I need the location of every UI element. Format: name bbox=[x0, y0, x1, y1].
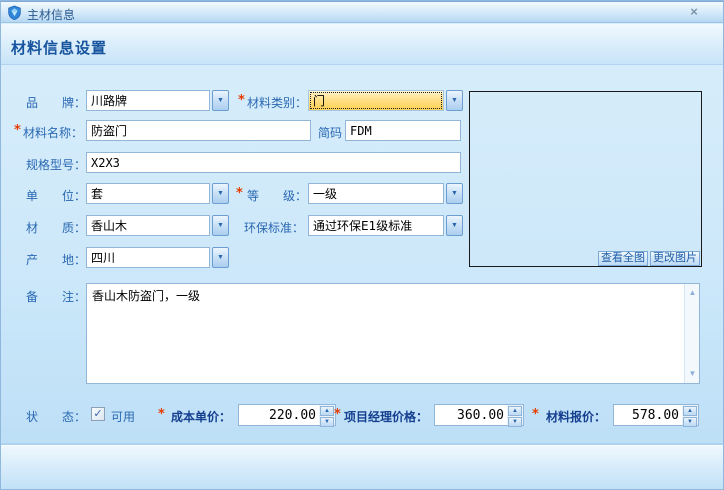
env-input[interactable] bbox=[308, 215, 444, 236]
remark-textarea[interactable]: 香山木防盗门，一级 bbox=[87, 284, 684, 383]
quote-price-spinner: ▲ ▼ bbox=[613, 404, 699, 427]
spec-input[interactable] bbox=[86, 152, 461, 173]
title-bar: 主材信息 × bbox=[1, 1, 723, 23]
spec-label: 规格型号： bbox=[26, 158, 87, 172]
category-required-mark: * bbox=[238, 93, 245, 108]
status-checkbox[interactable]: ✓ bbox=[91, 407, 105, 421]
pm-price-label: 项目经理价格： bbox=[344, 410, 429, 424]
env-label: 环保标准： bbox=[244, 221, 305, 235]
shield-icon bbox=[8, 5, 21, 20]
scroll-up-icon[interactable]: ▲ bbox=[685, 286, 700, 300]
spin-up-icon[interactable]: ▲ bbox=[683, 406, 697, 416]
brand-input[interactable] bbox=[86, 90, 210, 111]
remark-label: 备 注： bbox=[26, 290, 87, 304]
brand-label: 品 牌： bbox=[26, 96, 87, 110]
remark-scrollbar[interactable]: ▲ ▼ bbox=[684, 284, 699, 383]
brand-dropdown-icon[interactable]: ▼ bbox=[212, 90, 229, 111]
origin-combo: ▼ bbox=[86, 247, 229, 268]
brand-combo: ▼ bbox=[86, 90, 229, 111]
cost-price-input[interactable] bbox=[239, 405, 319, 425]
name-required-mark: * bbox=[14, 123, 21, 138]
grade-input[interactable] bbox=[308, 183, 444, 204]
category-combo: ▼ bbox=[308, 90, 463, 111]
quote-required-mark: * bbox=[532, 407, 539, 422]
status-label: 状 态： bbox=[26, 410, 87, 424]
check-icon: ✓ bbox=[93, 407, 103, 420]
status-option-label: 可用 bbox=[111, 410, 136, 424]
category-dropdown-icon[interactable]: ▼ bbox=[446, 90, 463, 111]
unit-dropdown-icon[interactable]: ▼ bbox=[212, 183, 229, 204]
spin-down-icon[interactable]: ▼ bbox=[320, 417, 334, 427]
pm-price-input[interactable] bbox=[435, 405, 507, 425]
grade-required-mark: * bbox=[236, 186, 243, 201]
view-full-image-button[interactable]: 查看全图 bbox=[598, 251, 648, 266]
env-dropdown-icon[interactable]: ▼ bbox=[446, 215, 463, 236]
change-image-button[interactable]: 更改图片 bbox=[650, 251, 700, 266]
window-title: 主材信息 bbox=[27, 8, 76, 22]
unit-label: 单 位： bbox=[26, 189, 87, 203]
spin-up-icon[interactable]: ▲ bbox=[320, 406, 334, 416]
short-code-label: 简码 bbox=[318, 126, 343, 140]
origin-label: 产 地： bbox=[26, 253, 87, 267]
grade-label: 等 级： bbox=[247, 189, 308, 203]
grade-dropdown-icon[interactable]: ▼ bbox=[446, 183, 463, 204]
category-input[interactable] bbox=[308, 90, 444, 111]
cost-price-spinner: ▲ ▼ bbox=[238, 404, 336, 427]
material-dropdown-icon[interactable]: ▼ bbox=[212, 215, 229, 236]
section-header: 材料信息设置 bbox=[1, 24, 723, 65]
origin-input[interactable] bbox=[86, 247, 210, 268]
category-label: 材料类别： bbox=[247, 96, 308, 110]
name-input[interactable] bbox=[86, 120, 311, 141]
env-combo: ▼ bbox=[308, 215, 463, 236]
name-label: 材料名称： bbox=[23, 126, 84, 140]
footer-bar: 保 存 取 消 bbox=[1, 445, 723, 489]
quote-price-label: 材料报价： bbox=[546, 410, 607, 424]
quote-spin-buttons: ▲ ▼ bbox=[682, 405, 698, 427]
material-input[interactable] bbox=[86, 215, 210, 236]
page-title: 材料信息设置 bbox=[11, 39, 108, 57]
material-image-box: 查看全图 更改图片 bbox=[469, 91, 702, 267]
spin-up-icon[interactable]: ▲ bbox=[508, 406, 522, 416]
material-info-dialog: 主材信息 × 材料信息设置 品 牌： ▼ * 材料类别： ▼ * 材料名称： 简… bbox=[0, 0, 724, 490]
unit-input[interactable] bbox=[86, 183, 210, 204]
image-buttons: 查看全图 更改图片 bbox=[598, 251, 700, 266]
origin-dropdown-icon[interactable]: ▼ bbox=[212, 247, 229, 268]
remark-box: 香山木防盗门，一级 ▲ ▼ bbox=[86, 283, 700, 384]
spin-down-icon[interactable]: ▼ bbox=[683, 417, 697, 427]
pm-spin-buttons: ▲ ▼ bbox=[507, 405, 523, 427]
unit-combo: ▼ bbox=[86, 183, 229, 204]
scroll-down-icon[interactable]: ▼ bbox=[685, 367, 700, 381]
material-combo: ▼ bbox=[86, 215, 229, 236]
cost-required-mark: * bbox=[158, 407, 165, 422]
cost-price-label: 成本单价： bbox=[171, 410, 232, 424]
spin-down-icon[interactable]: ▼ bbox=[508, 417, 522, 427]
cost-spin-buttons: ▲ ▼ bbox=[319, 405, 335, 427]
close-icon[interactable]: × bbox=[686, 4, 702, 20]
short-code-input[interactable] bbox=[345, 120, 461, 141]
grade-combo: ▼ bbox=[308, 183, 463, 204]
material-label: 材 质： bbox=[26, 221, 87, 235]
quote-price-input[interactable] bbox=[614, 405, 682, 425]
pm-price-spinner: ▲ ▼ bbox=[434, 404, 524, 427]
pm-price-required-mark: * bbox=[334, 407, 341, 422]
